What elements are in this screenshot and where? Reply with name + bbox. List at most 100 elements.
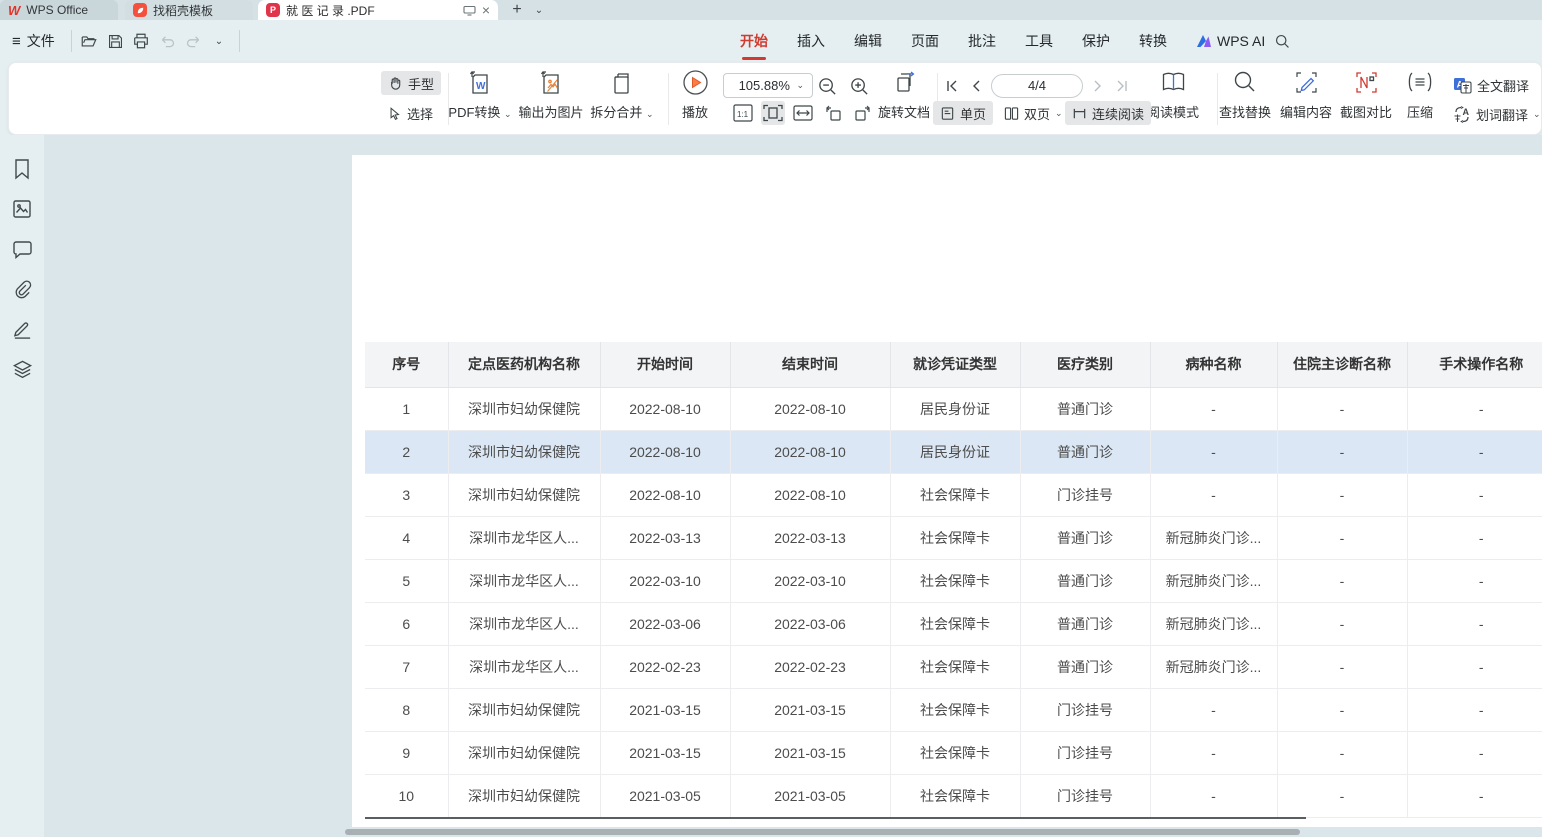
left-sidebar xyxy=(0,135,44,837)
print-button[interactable] xyxy=(129,29,153,53)
new-tab-button[interactable]: + xyxy=(506,0,528,20)
rotate-document-button[interactable]: 旋转文档 xyxy=(875,69,933,121)
fit-width-button[interactable] xyxy=(791,101,815,125)
table-cell: 2021-03-15 xyxy=(600,731,730,774)
zoom-level-dropdown[interactable]: 105.88% ⌄ xyxy=(723,73,813,98)
thumbnails-panel-button[interactable] xyxy=(8,195,36,223)
rotate-document-icon xyxy=(875,69,933,99)
quickbar-chevron-icon[interactable]: ⌄ xyxy=(207,29,231,53)
table-cell: 9 xyxy=(365,731,448,774)
table-header-cell: 就诊凭证类型 xyxy=(890,342,1020,387)
previous-page-button[interactable] xyxy=(967,75,985,97)
continuous-reading-button[interactable]: 连续阅读 xyxy=(1065,101,1151,125)
table-cell: 社会保障卡 xyxy=(890,731,1020,774)
svg-text:W: W xyxy=(476,81,486,92)
wps-ai-button[interactable]: WPS AI xyxy=(1196,20,1265,62)
table-cell: 社会保障卡 xyxy=(890,473,1020,516)
table-cell: - xyxy=(1150,731,1277,774)
menu-tab-start[interactable]: 开始 xyxy=(740,20,768,62)
window-tab-bar: W WPS Office 找稻壳模板 P 就 医 记 录 .PDF × + ⌄ xyxy=(0,0,1542,20)
table-cell: 普通门诊 xyxy=(1020,645,1150,688)
ribbon-tabs: 开始 插入 编辑 页面 批注 工具 保护 转换 xyxy=(740,20,1167,62)
undo-button[interactable] xyxy=(155,29,179,53)
last-page-button[interactable] xyxy=(1113,75,1131,97)
open-file-button[interactable] xyxy=(77,29,101,53)
single-page-icon xyxy=(940,106,955,121)
menu-tab-convert[interactable]: 转换 xyxy=(1139,20,1167,62)
table-cell: 新冠肺炎门诊... xyxy=(1150,645,1277,688)
table-cell: 深圳市龙华区人... xyxy=(448,516,600,559)
select-tool-label: 选择 xyxy=(407,104,433,123)
horizontal-scrollbar-thumb[interactable] xyxy=(345,829,1300,835)
file-menu-button[interactable]: ≡ 文件 xyxy=(12,20,55,62)
table-cell: 3 xyxy=(365,473,448,516)
fit-page-button[interactable] xyxy=(761,101,785,125)
signature-panel-button[interactable] xyxy=(8,315,36,343)
table-cell: 8 xyxy=(365,688,448,731)
tab-wps-office-home[interactable]: W WPS Office xyxy=(0,0,118,20)
menu-tab-insert[interactable]: 插入 xyxy=(797,20,825,62)
table-cell: - xyxy=(1407,645,1542,688)
close-tab-icon[interactable]: × xyxy=(482,3,490,17)
menu-tab-comment[interactable]: 批注 xyxy=(968,20,996,62)
table-cell: - xyxy=(1150,774,1277,817)
tab-docer-templates[interactable]: 找稻壳模板 xyxy=(125,0,253,20)
table-cell: - xyxy=(1277,774,1407,817)
single-page-toggle-wrap: 单页 xyxy=(933,101,993,125)
play-slideshow-button[interactable]: 播放 xyxy=(671,69,719,121)
table-row: 9深圳市妇幼保健院2021-03-152021-03-15社会保障卡门诊挂号--… xyxy=(365,731,1542,774)
table-row: 3深圳市妇幼保健院2022-08-102022-08-10社会保障卡门诊挂号--… xyxy=(365,473,1542,516)
medical-records-table: 序号定点医药机构名称开始时间结束时间就诊凭证类型医疗类别病种名称住院主诊断名称手… xyxy=(365,342,1542,818)
chevron-down-icon: ⌄ xyxy=(796,80,804,91)
next-page-button[interactable] xyxy=(1089,75,1107,97)
table-cell: - xyxy=(1150,688,1277,731)
table-cell: 深圳市妇幼保健院 xyxy=(448,774,600,817)
word-translate-button[interactable]: A 划词翻译 ⌄ xyxy=(1453,105,1541,124)
zoom-out-button[interactable] xyxy=(815,74,839,98)
tab-document-active[interactable]: P 就 医 记 录 .PDF × xyxy=(258,0,498,20)
rotate-right-button[interactable] xyxy=(851,101,875,125)
table-cell: 2021-03-05 xyxy=(730,774,890,817)
attachments-panel-button[interactable] xyxy=(8,275,36,303)
layers-panel-button[interactable] xyxy=(8,355,36,383)
table-row: 2深圳市妇幼保健院2022-08-102022-08-10居民身份证普通门诊--… xyxy=(365,430,1542,473)
actual-size-button[interactable]: 1:1 xyxy=(731,101,755,125)
document-viewport[interactable]: 序号定点医药机构名称开始时间结束时间就诊凭证类型医疗类别病种名称住院主诊断名称手… xyxy=(44,135,1542,837)
menu-tab-edit[interactable]: 编辑 xyxy=(854,20,882,62)
word-translate-icon: A xyxy=(1453,106,1471,123)
zoom-in-button[interactable] xyxy=(847,74,871,98)
table-row: 1深圳市妇幼保健院2022-08-102022-08-10居民身份证普通门诊--… xyxy=(365,387,1542,430)
table-cell: - xyxy=(1277,645,1407,688)
hand-tool-button[interactable]: 手型 xyxy=(381,71,441,95)
table-cell: 社会保障卡 xyxy=(890,602,1020,645)
table-cell: 2022-03-10 xyxy=(600,559,730,602)
first-page-button[interactable] xyxy=(943,75,961,97)
redo-button[interactable] xyxy=(181,29,205,53)
compress-icon xyxy=(1390,69,1450,99)
table-header-cell: 结束时间 xyxy=(730,342,890,387)
page-indicator-input[interactable]: 4/4 xyxy=(991,74,1083,98)
split-merge-button[interactable]: 拆分合并 ⌄ xyxy=(579,69,665,121)
rotate-left-button[interactable] xyxy=(821,101,845,125)
save-button[interactable] xyxy=(103,29,127,53)
double-page-button[interactable]: 双页 ⌄ xyxy=(997,101,1070,125)
table-cell: 门诊挂号 xyxy=(1020,774,1150,817)
menu-tab-page[interactable]: 页面 xyxy=(911,20,939,62)
comment-icon xyxy=(12,240,33,259)
comments-panel-button[interactable] xyxy=(8,235,36,263)
bookmarks-panel-button[interactable] xyxy=(8,155,36,183)
global-search-icon[interactable] xyxy=(1270,29,1294,53)
full-text-translate-icon: A xyxy=(1453,77,1472,94)
select-tool-button[interactable]: 选择 xyxy=(381,101,441,125)
present-screen-icon[interactable] xyxy=(463,5,476,16)
compress-button[interactable]: 压缩 xyxy=(1390,69,1450,121)
menu-tab-tools[interactable]: 工具 xyxy=(1025,20,1053,62)
table-row: 6深圳市龙华区人...2022-03-062022-03-06社会保障卡普通门诊… xyxy=(365,602,1542,645)
table-row: 4深圳市龙华区人...2022-03-132022-03-13社会保障卡普通门诊… xyxy=(365,516,1542,559)
single-page-button[interactable]: 单页 xyxy=(933,101,993,125)
table-cell: 6 xyxy=(365,602,448,645)
tab-list-chevron-icon[interactable]: ⌄ xyxy=(530,0,548,20)
menu-tab-protect[interactable]: 保护 xyxy=(1082,20,1110,62)
wps-ai-label: WPS AI xyxy=(1217,33,1265,49)
full-text-translate-button[interactable]: A 全文翻译 xyxy=(1453,76,1529,95)
